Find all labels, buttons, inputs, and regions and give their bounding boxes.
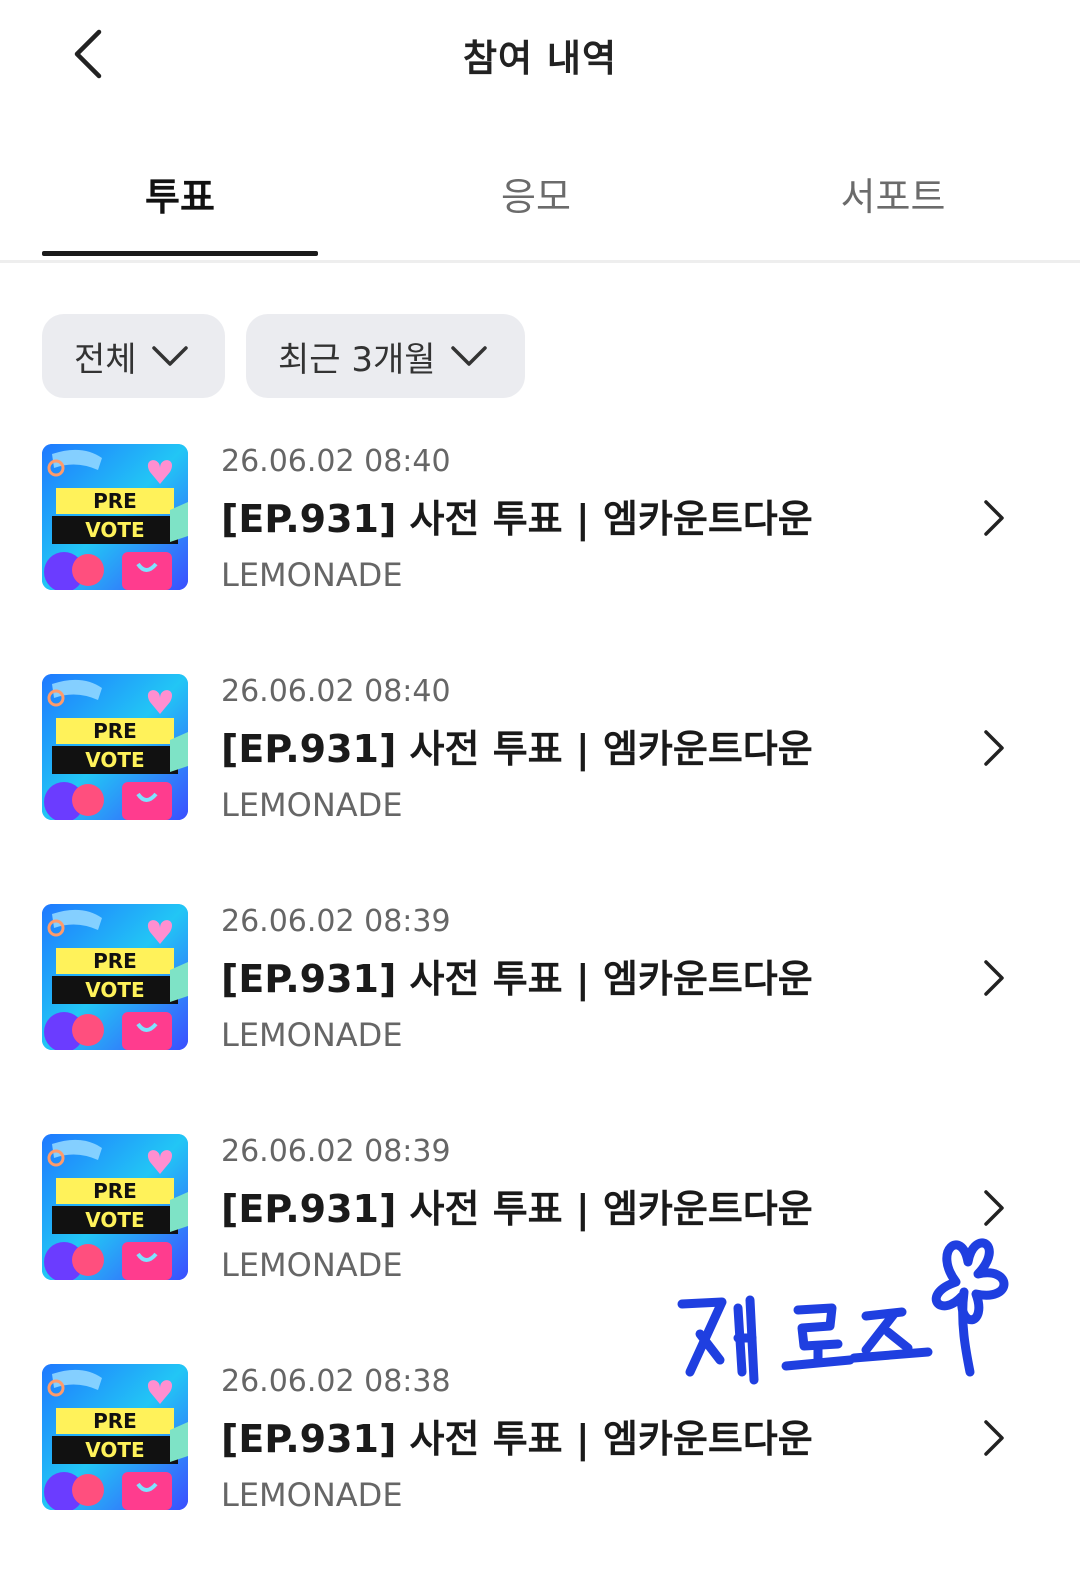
item-date: 26.06.02 08:39 <box>221 1134 451 1169</box>
item-title: [EP.931] 사전 투표 | 엠카운트다운 <box>221 1187 813 1231</box>
period-filter-dropdown[interactable]: 최근 3개월 <box>246 314 525 398</box>
item-artist: LEMONADE <box>221 1016 403 1054</box>
list-item[interactable]: PRE VOTE 26.06.02 08:39 [EP.931] 사전 투표 |… <box>0 904 1080 1054</box>
list-item[interactable]: PRE VOTE 26.06.02 08:40 [EP.931] 사전 투표 |… <box>0 674 1080 824</box>
item-artist: LEMONADE <box>221 556 403 594</box>
tab-active-indicator <box>42 251 318 256</box>
chevron-down-icon <box>151 345 189 367</box>
chevron-right-icon <box>984 1190 1004 1226</box>
pre-vote-thumbnail: PRE VOTE <box>42 444 188 590</box>
category-filter-dropdown[interactable]: 전체 <box>42 314 225 398</box>
item-artist: LEMONADE <box>221 786 403 824</box>
svg-text:VOTE: VOTE <box>85 978 144 1002</box>
tab-support[interactable]: 서포트 <box>755 166 1031 221</box>
svg-text:VOTE: VOTE <box>85 1438 144 1462</box>
item-title: [EP.931] 사전 투표 | 엠카운트다운 <box>221 1417 813 1461</box>
chevron-right-icon <box>984 730 1004 766</box>
pre-vote-thumbnail: PRE VOTE <box>42 674 188 820</box>
svg-text:PRE: PRE <box>93 1179 137 1203</box>
pre-vote-thumbnail: PRE VOTE <box>42 1364 188 1510</box>
chevron-right-icon <box>984 960 1004 996</box>
chevron-right-icon <box>984 500 1004 536</box>
item-artist: LEMONADE <box>221 1246 403 1284</box>
list-item[interactable]: PRE VOTE 26.06.02 08:39 [EP.931] 사전 투표 |… <box>0 1134 1080 1284</box>
period-filter-label: 최근 3개월 <box>278 339 436 380</box>
tab-vote[interactable]: 투표 <box>42 166 318 221</box>
chevron-right-icon <box>984 1420 1004 1456</box>
item-date: 26.06.02 08:40 <box>221 674 451 709</box>
item-date: 26.06.02 08:38 <box>221 1364 451 1399</box>
pre-vote-thumbnail: PRE VOTE <box>42 1134 188 1280</box>
svg-text:PRE: PRE <box>93 489 137 513</box>
svg-text:VOTE: VOTE <box>85 518 144 542</box>
item-title: [EP.931] 사전 투표 | 엠카운트다운 <box>221 727 813 771</box>
item-title: [EP.931] 사전 투표 | 엠카운트다운 <box>221 497 813 541</box>
svg-text:PRE: PRE <box>93 719 137 743</box>
svg-text:VOTE: VOTE <box>85 1208 144 1232</box>
tab-bar: 투표 응모 서포트 <box>0 150 1080 263</box>
svg-text:PRE: PRE <box>93 949 137 973</box>
header: 참여 내역 <box>0 0 1080 110</box>
list-item[interactable]: PRE VOTE 26.06.02 08:38 [EP.931] 사전 투표 |… <box>0 1364 1080 1514</box>
list-item[interactable]: PRE VOTE 26.06.02 08:40 [EP.931] 사전 투표 |… <box>0 444 1080 594</box>
svg-text:PRE: PRE <box>93 1409 137 1433</box>
page-title: 참여 내역 <box>462 37 618 80</box>
tab-entry[interactable]: 응모 <box>398 166 674 221</box>
item-title: [EP.931] 사전 투표 | 엠카운트다운 <box>221 957 813 1001</box>
svg-text:VOTE: VOTE <box>85 748 144 772</box>
category-filter-label: 전체 <box>74 339 137 380</box>
item-date: 26.06.02 08:40 <box>221 444 451 479</box>
pre-vote-thumbnail: PRE VOTE <box>42 904 188 1050</box>
item-date: 26.06.02 08:39 <box>221 904 451 939</box>
chevron-down-icon <box>450 345 488 367</box>
item-artist: LEMONADE <box>221 1476 403 1514</box>
